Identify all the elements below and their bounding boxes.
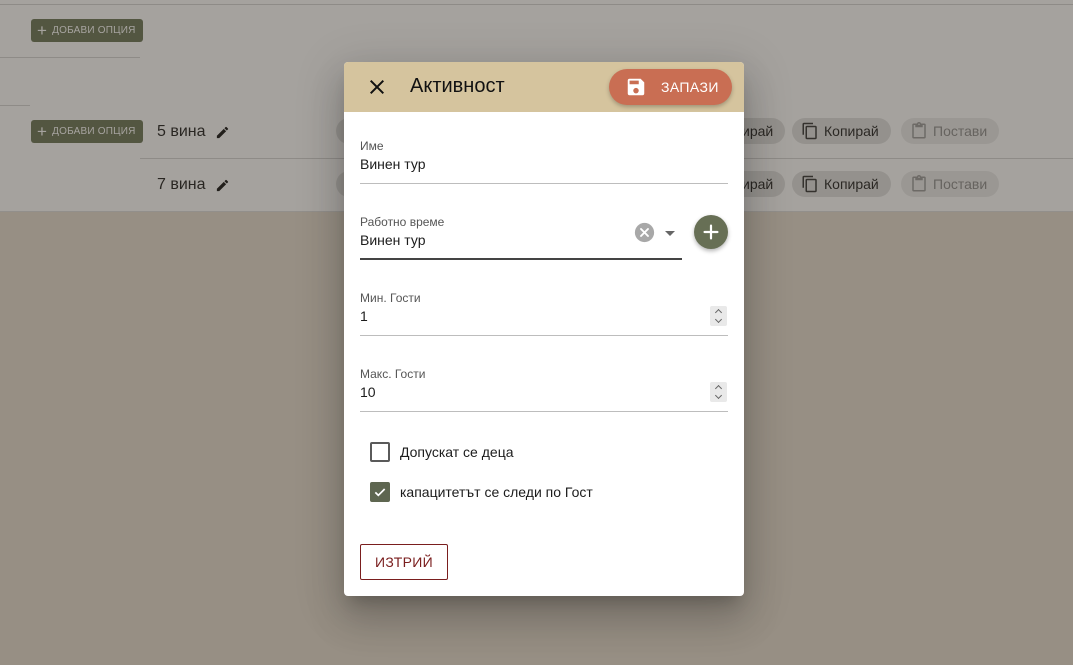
children-allowed-checkbox-row[interactable]: Допускат се деца bbox=[370, 442, 514, 462]
stepper-down-icon[interactable] bbox=[714, 391, 723, 400]
floppy-disk-icon bbox=[627, 78, 645, 96]
activity-dialog: Активност ЗАПАЗИ Име Винен тур Работно в… bbox=[344, 62, 744, 596]
name-field[interactable]: Име Винен тур bbox=[360, 138, 728, 184]
schedule-select[interactable]: Винен тур bbox=[360, 232, 426, 248]
clear-circle-icon[interactable] bbox=[634, 222, 655, 243]
field-underline bbox=[360, 335, 728, 336]
checkbox-label: капацитетът се следи по Гост bbox=[400, 484, 593, 500]
dialog-title: Активност bbox=[410, 75, 505, 97]
max-guests-input[interactable]: 10 bbox=[360, 384, 376, 400]
max-guests-field[interactable]: Макс. Гости 10 bbox=[360, 366, 728, 412]
number-stepper[interactable] bbox=[710, 382, 727, 402]
close-icon[interactable] bbox=[365, 75, 389, 99]
min-guests-field[interactable]: Мин. Гости 1 bbox=[360, 290, 728, 336]
checkbox-label: Допускат се деца bbox=[400, 444, 514, 460]
children-allowed-checkbox[interactable] bbox=[370, 442, 390, 462]
name-input[interactable]: Винен тур bbox=[360, 156, 426, 172]
stepper-down-icon[interactable] bbox=[714, 315, 723, 324]
field-underline bbox=[360, 411, 728, 412]
checkmark-icon bbox=[374, 488, 386, 497]
delete-button[interactable]: ИЗТРИЙ bbox=[360, 544, 448, 580]
number-stepper[interactable] bbox=[710, 306, 727, 326]
min-guests-input[interactable]: 1 bbox=[360, 308, 368, 324]
field-label: Работно време bbox=[360, 215, 445, 229]
save-button[interactable]: ЗАПАЗИ bbox=[609, 69, 732, 105]
field-underline bbox=[360, 183, 728, 184]
capacity-per-guest-checkbox-row[interactable]: капацитетът се следи по Гост bbox=[370, 482, 593, 502]
schedule-field[interactable]: Работно време Винен тур bbox=[360, 214, 728, 264]
plus-icon bbox=[703, 224, 719, 240]
field-label: Макс. Гости bbox=[360, 367, 426, 381]
field-label: Мин. Гости bbox=[360, 291, 421, 305]
add-schedule-button[interactable] bbox=[694, 215, 728, 249]
chevron-down-icon[interactable] bbox=[665, 231, 675, 236]
field-underline bbox=[360, 258, 682, 260]
dialog-header: Активност ЗАПАЗИ bbox=[344, 62, 744, 112]
capacity-per-guest-checkbox[interactable] bbox=[370, 482, 390, 502]
field-label: Име bbox=[360, 139, 384, 153]
